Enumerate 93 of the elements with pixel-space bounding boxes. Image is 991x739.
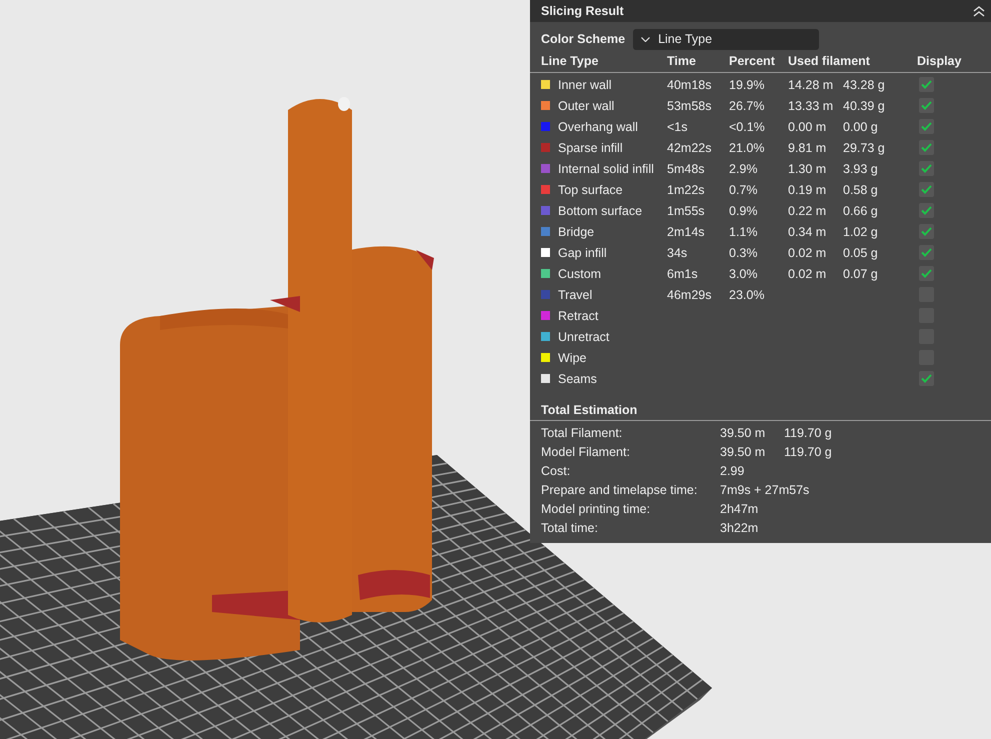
table-cell: 34s (667, 246, 688, 260)
table-cell: 43.28 g (843, 78, 885, 92)
table-cell: 53m58s (667, 98, 712, 112)
column-header: Used filament (788, 54, 870, 68)
color-scheme-label: Color Scheme (541, 32, 626, 46)
column-header: Time (667, 54, 696, 68)
line-type-name: Outer wall (558, 98, 614, 112)
display-checkbox[interactable] (919, 140, 934, 155)
estimate-label: Model Filament: (541, 444, 631, 460)
display-checkbox[interactable] (919, 182, 934, 197)
table-cell: 14.28 m (788, 78, 834, 92)
table-cell: 23.0% (729, 288, 764, 302)
panel-title: Slicing Result (541, 4, 624, 18)
estimate-label: Cost: (541, 462, 572, 480)
section-title: Total Estimation (541, 403, 638, 417)
line-type-name: Bridge (558, 224, 594, 238)
estimate-value: 2h47m (720, 500, 760, 518)
table-cell: 19.9% (729, 78, 764, 92)
table-cell: 2.9% (729, 162, 758, 176)
table-cell: 0.66 g (843, 204, 878, 218)
table-cell: 0.34 m (788, 224, 826, 238)
display-checkbox[interactable] (919, 224, 934, 239)
line-type-name: Sparse infill (558, 140, 623, 154)
line-type-name: Gap infill (558, 246, 607, 260)
estimate-value: 2.99 (720, 462, 746, 480)
estimate-value: 119.70 g (784, 444, 833, 461)
table-cell: 29.73 g (843, 140, 885, 154)
table-cell: <0.1% (729, 120, 765, 134)
table-cell: 1.30 m (788, 162, 826, 176)
table-cell: 0.7% (729, 182, 758, 196)
table-cell: 0.02 m (788, 266, 826, 280)
table-cell: 9.81 m (788, 140, 826, 154)
estimate-value: 39.50 m (720, 444, 766, 460)
line-type-name: Travel (558, 288, 592, 302)
line-type-name: Top surface (558, 182, 623, 196)
display-checkbox[interactable] (919, 203, 934, 218)
display-checkbox[interactable] (919, 266, 934, 281)
column-header: Line Type (541, 54, 598, 68)
estimate-value: 7m9s + 27m57s (720, 482, 810, 498)
table-cell: 0.00 m (788, 120, 826, 134)
table-cell: 46m29s (667, 288, 712, 302)
table-cell: 1.02 g (843, 224, 878, 238)
table-cell: 26.7% (729, 98, 764, 112)
color-scheme-dropdown[interactable]: Line Type (633, 28, 820, 50)
display-checkbox[interactable] (919, 371, 934, 386)
table-cell: 3.93 g (843, 162, 878, 176)
table-cell: 40.39 g (843, 98, 885, 112)
collapse-icon[interactable] (973, 6, 985, 16)
table-cell: <1s (667, 120, 688, 134)
display-checkbox[interactable] (919, 77, 934, 92)
line-type-name: Overhang wall (558, 120, 638, 134)
estimate-label: Total Filament: (541, 424, 624, 442)
table-cell: 42m22s (667, 140, 712, 154)
table-cell: 40m18s (667, 78, 712, 92)
line-type-name: Seams (558, 372, 597, 386)
estimate-value: 39.50 m (720, 424, 766, 442)
table-cell: 3.0% (729, 266, 758, 280)
line-type-name: Retract (558, 308, 598, 322)
table-cell: 21.0% (729, 140, 764, 154)
line-type-name: Inner wall (558, 78, 612, 92)
estimate-label: Prepare and timelapse time: (541, 482, 698, 499)
table-cell: 13.33 m (788, 98, 834, 112)
line-type-name: Internal solid infill (558, 162, 654, 176)
table-cell: 0.00 g (843, 120, 878, 134)
table-cell: 0.58 g (843, 182, 878, 196)
display-checkbox[interactable] (919, 161, 934, 176)
table-cell: 0.22 m (788, 204, 826, 218)
table-cell: 6m1s (667, 266, 698, 280)
table-cell: 0.07 g (843, 266, 878, 280)
table-cell: 0.9% (729, 204, 758, 218)
table-cell: 1.1% (729, 224, 758, 238)
display-checkbox[interactable] (919, 245, 934, 260)
table-cell: 1m22s (667, 182, 705, 196)
display-checkbox[interactable] (919, 119, 934, 134)
table-cell: 5m48s (667, 162, 705, 176)
line-type-name: Bottom surface (558, 204, 642, 218)
column-header: Percent (729, 54, 775, 68)
estimate-label: Total time: (541, 520, 599, 536)
table-cell: 1m55s (667, 204, 705, 218)
line-type-name: Wipe (558, 350, 586, 364)
table-cell: 0.02 m (788, 246, 826, 260)
display-checkbox[interactable] (919, 98, 934, 113)
table-cell: 0.3% (729, 246, 758, 260)
table-cell: 0.19 m (788, 182, 826, 196)
table-cell: 2m14s (667, 224, 705, 238)
chevron-icon (641, 36, 650, 42)
estimate-label: Model printing time: (541, 500, 652, 518)
line-type-name: Custom (558, 266, 602, 280)
table-cell: 0.05 g (843, 246, 878, 260)
line-type-name: Unretract (558, 330, 610, 344)
column-header: Display (917, 54, 962, 68)
estimate-value: 3h22m (720, 520, 760, 536)
estimate-value: 119.70 g (784, 424, 833, 442)
